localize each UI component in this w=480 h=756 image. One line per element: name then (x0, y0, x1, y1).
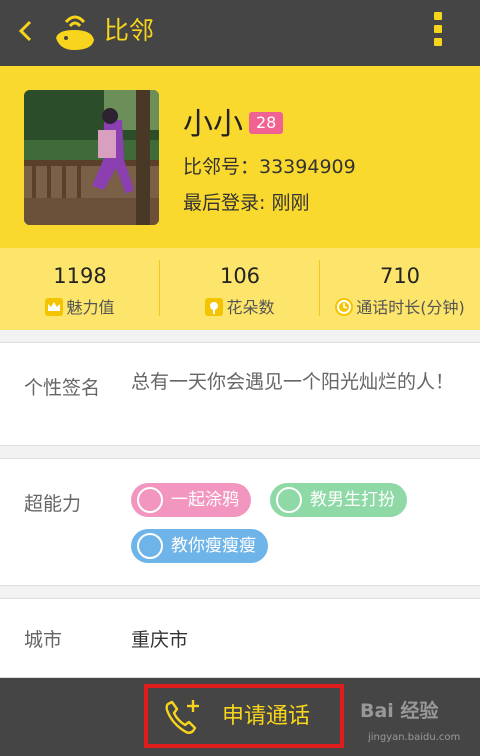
user-id: 比邻号：33394909 (183, 156, 356, 178)
app-title: 比邻 (104, 16, 155, 45)
last-login: 最后登录: 刚刚 (183, 192, 310, 214)
watermark: Bai 经验 jingyan.baidu.com (360, 686, 476, 750)
hair-icon (276, 487, 302, 513)
phone-add-icon (165, 700, 199, 734)
skill-tag-styling[interactable]: 教男生打扮 (270, 483, 407, 517)
stat-call-time: 710 通话时长(分钟) (320, 248, 480, 330)
skills-card: 超能力 一起涂鸦 教男生打扮 教你瘦瘦瘦 (0, 458, 480, 586)
stat-charm-value: 1198 (53, 264, 107, 288)
stat-flowers-label: 花朵数 (226, 298, 275, 317)
age-badge: 28 (249, 112, 284, 134)
flower-icon (205, 298, 224, 316)
city-card: 城市 重庆市 (0, 598, 480, 678)
signature-text: 总有一天你会遇见一个阳光灿烂的人！ (131, 371, 455, 393)
stat-call-time-value: 710 (379, 264, 421, 288)
stat-call-time-label: 通话时长(分钟) (356, 298, 465, 317)
top-bar: 比邻 (0, 0, 480, 66)
palette-icon (137, 487, 163, 513)
avatar[interactable] (24, 90, 159, 225)
stats-row: 1198 魅力值 106 花朵数 710 通话时长(分钟) (0, 248, 480, 330)
stat-charm: 1198 魅力值 (0, 248, 160, 330)
request-call-label: 申请通话 (222, 704, 311, 729)
clock-icon (335, 298, 354, 316)
more-menu-icon[interactable] (428, 10, 448, 54)
whale-logo-icon (56, 15, 94, 50)
profile-header: 小小 28 比邻号：33394909 最后登录: 刚刚 (0, 66, 480, 248)
signature-card: 个性签名 总有一天你会遇见一个阳光灿烂的人！ (0, 342, 480, 446)
watermark-url: jingyan.baidu.com (368, 732, 461, 743)
back-arrow-icon[interactable] (14, 16, 38, 46)
watermark-brand: Bai 经验 (360, 700, 439, 722)
city-label: 城市 (24, 629, 63, 651)
crown-icon (45, 298, 64, 316)
skill-tag-slim[interactable]: 教你瘦瘦瘦 (131, 529, 268, 563)
skills-label: 超能力 (24, 493, 82, 515)
request-call-button[interactable]: 申请通话 (144, 684, 344, 748)
user-name: 小小 (183, 107, 243, 142)
signature-label: 个性签名 (24, 377, 101, 399)
skill-tag-doodle[interactable]: 一起涂鸦 (131, 483, 251, 517)
body-icon (137, 533, 163, 559)
city-value: 重庆市 (131, 629, 189, 651)
stat-charm-label: 魅力值 (66, 298, 115, 317)
bottom-bar: 申请通话 Bai 经验 jingyan.baidu.com (0, 678, 480, 756)
stat-flowers: 106 花朵数 (160, 248, 320, 330)
stat-flowers-value: 106 (219, 264, 261, 288)
